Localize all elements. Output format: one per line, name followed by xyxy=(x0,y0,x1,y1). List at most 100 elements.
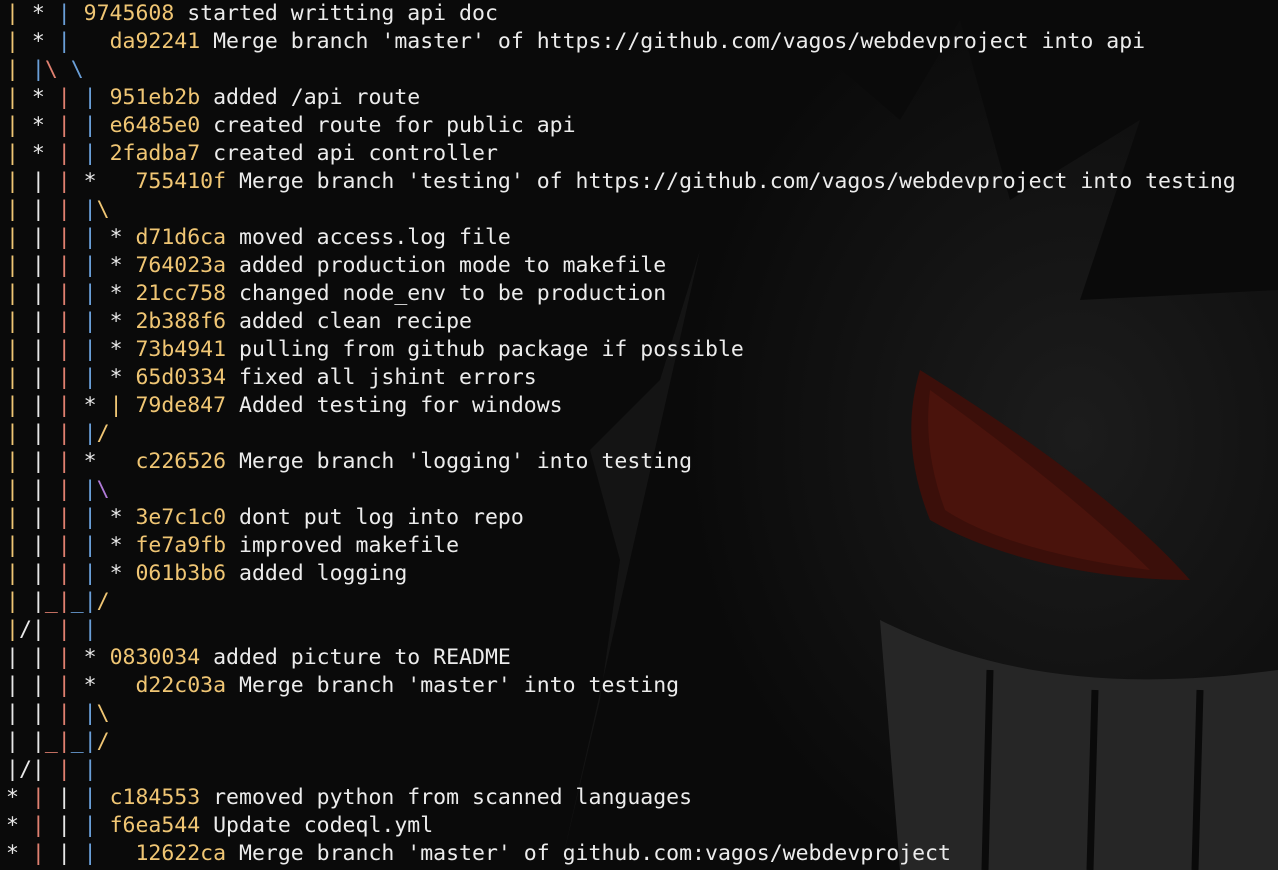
graph-line: / xyxy=(96,589,110,614)
terminal-window[interactable]: | * | 9745608 started writting api doc | … xyxy=(0,0,1278,870)
commit-message: started writting api doc xyxy=(174,1,498,26)
graph-line: | xyxy=(83,617,110,642)
graph-line: | xyxy=(83,365,110,390)
commit-row: | * | | e6485e0 created route for public… xyxy=(6,112,1236,140)
graph-line: | xyxy=(57,281,84,306)
graph-line: | xyxy=(57,729,71,754)
commit-hash: 2fadba7 xyxy=(109,141,201,166)
commit-hash: 755410f xyxy=(135,169,227,194)
graph-line: | xyxy=(6,701,32,726)
graph-line: | xyxy=(57,589,71,614)
commit-row: | * | | 2fadba7 created api controller xyxy=(6,140,1236,168)
commit-hash: c184553 xyxy=(109,785,201,810)
commit-message: Merge branch 'logging' into testing xyxy=(226,449,693,474)
graph-line: | xyxy=(6,85,32,110)
graph-line: | xyxy=(31,561,58,586)
commit-node: * xyxy=(31,85,58,110)
commit-hash: da92241 xyxy=(109,29,201,54)
commit-hash: d22c03a xyxy=(135,673,227,698)
graph-line: | xyxy=(57,533,84,558)
graph-line: | xyxy=(57,673,84,698)
graph-line: | xyxy=(57,253,84,278)
graph-line: | xyxy=(31,253,58,278)
commit-message: removed python from scanned languages xyxy=(200,785,693,810)
commit-row: | | | * 755410f Merge branch 'testing' o… xyxy=(6,168,1236,196)
graph-line: | xyxy=(57,169,84,194)
commit-hash: 3e7c1c0 xyxy=(135,505,227,530)
graph-line: / xyxy=(96,729,110,754)
commit-row: | * | 9745608 started writting api doc xyxy=(6,0,1236,28)
commit-message: dont put log into repo xyxy=(226,505,524,530)
commit-node: * xyxy=(83,393,110,418)
graph-line: | xyxy=(31,169,58,194)
graph-line: | xyxy=(57,1,84,26)
commit-node: * xyxy=(6,841,32,866)
graph-line: | xyxy=(6,673,32,698)
graph-line: | xyxy=(31,225,58,250)
commit-row: | | | * 0830034 added picture to README xyxy=(6,644,1236,672)
commit-row: | | | | * 2b388f6 added clean recipe xyxy=(6,308,1236,336)
commit-hash: 951eb2b xyxy=(109,85,201,110)
graph-connector-row: | |_|_|/ xyxy=(6,728,1236,756)
commit-hash: e6485e0 xyxy=(109,113,201,138)
graph-line: | xyxy=(6,113,32,138)
commit-node: * xyxy=(83,673,136,698)
graph-line: | xyxy=(6,393,32,418)
graph-line: | xyxy=(57,225,84,250)
graph-line: | xyxy=(31,841,58,866)
graph-line: | xyxy=(6,225,32,250)
graph-line: | xyxy=(57,449,84,474)
graph-line: | xyxy=(83,785,110,810)
commit-message: Merge branch 'master' into testing xyxy=(226,673,680,698)
commit-node: * xyxy=(31,1,58,26)
commit-row: | | | | * 3e7c1c0 dont put log into repo xyxy=(6,504,1236,532)
graph-line: | xyxy=(57,617,84,642)
graph-line: | xyxy=(83,281,110,306)
commit-node: * xyxy=(31,141,58,166)
graph-line: | xyxy=(6,1,32,26)
graph-connector-row: | | | |/ xyxy=(6,420,1236,448)
graph-line: | xyxy=(31,449,58,474)
commit-hash: 12622ca xyxy=(135,841,227,866)
graph-line: | xyxy=(31,589,45,614)
graph-line: | xyxy=(57,85,84,110)
graph-line: | xyxy=(31,645,58,670)
commit-hash: 764023a xyxy=(135,253,227,278)
graph-connector-row: | | | |\ xyxy=(6,476,1236,504)
git-log-graph: | * | 9745608 started writting api doc | … xyxy=(6,0,1236,868)
commit-message: added production mode to makefile xyxy=(226,253,667,278)
graph-line: | xyxy=(31,477,58,502)
graph-line: _ xyxy=(70,729,84,754)
graph-line: | xyxy=(83,729,97,754)
graph-line: | xyxy=(57,113,84,138)
graph-line: | xyxy=(6,365,32,390)
graph-line: | xyxy=(57,365,84,390)
graph-line: | xyxy=(31,785,58,810)
commit-message: added clean recipe xyxy=(226,309,473,334)
commit-node: * xyxy=(31,29,58,54)
commit-message: Merge branch 'master' of https://github.… xyxy=(200,29,1146,54)
graph-line: | xyxy=(31,729,45,754)
commit-message: Update codeql.yml xyxy=(200,813,434,838)
graph-line: | xyxy=(57,645,84,670)
graph-line: | xyxy=(57,477,84,502)
commit-row: | | | | * 65d0334 fixed all jshint error… xyxy=(6,364,1236,392)
graph-line: | xyxy=(6,729,32,754)
commit-message: created route for public api xyxy=(200,113,576,138)
graph-line: _ xyxy=(70,589,84,614)
graph-line: | xyxy=(83,561,110,586)
commit-message: added logging xyxy=(226,561,408,586)
graph-line: | xyxy=(57,309,84,334)
commit-row: * | | | c184553 removed python from scan… xyxy=(6,784,1236,812)
commit-node: * xyxy=(109,281,136,306)
commit-hash: 061b3b6 xyxy=(135,561,227,586)
graph-line: | xyxy=(6,645,32,670)
commit-row: | | | * | 79de847 Added testing for wind… xyxy=(6,392,1236,420)
graph-line: | xyxy=(57,393,84,418)
commit-node: * xyxy=(109,309,136,334)
graph-connector-row: | | | |\ xyxy=(6,700,1236,728)
commit-node: * xyxy=(109,225,136,250)
commit-message: added picture to README xyxy=(200,645,511,670)
graph-line: | xyxy=(57,841,84,866)
graph-line: | xyxy=(83,477,97,502)
